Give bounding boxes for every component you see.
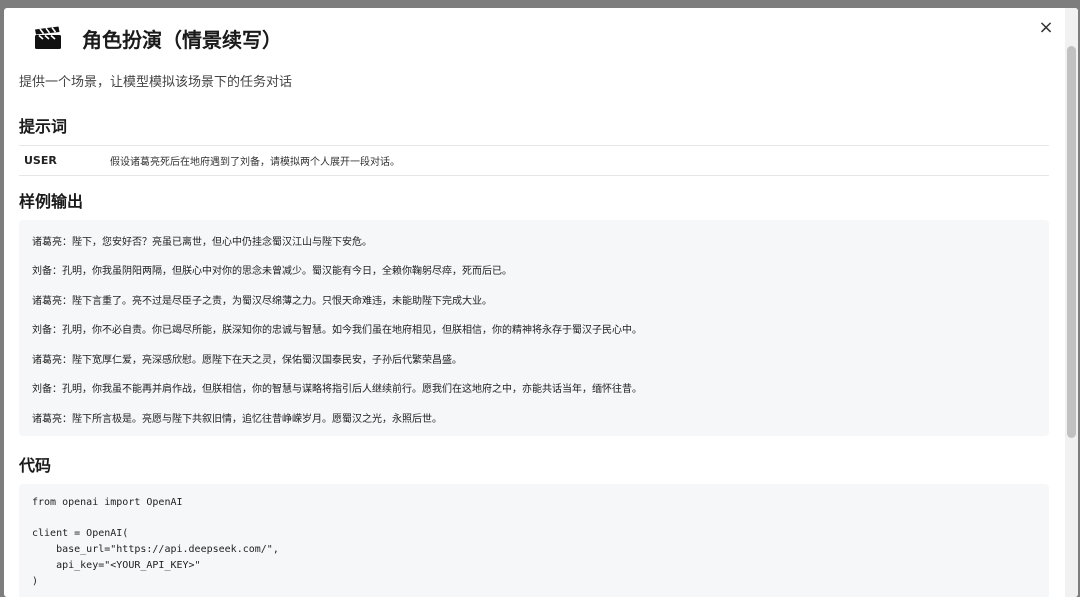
output-line: 刘备：孔明，你我虽不能再并肩作战，但朕相信，你的智慧与谋略将指引后人继续前行。愿…	[32, 380, 642, 395]
code-heading: 代码	[19, 452, 51, 476]
dialog-content[interactable]: 角色扮演（情景续写） × 提供一个场景，让模型模拟该场景下的任务对话 提示词 U…	[4, 8, 1064, 597]
dialog: 角色扮演（情景续写） × 提供一个场景，让模型模拟该场景下的任务对话 提示词 U…	[4, 8, 1078, 597]
code-block[interactable]: from openai import OpenAI client = OpenA…	[19, 484, 1049, 597]
scrollbar-thumb[interactable]	[1067, 46, 1076, 438]
output-line: 诸葛亮：陛下所言极是。亮愿与陛下共叙旧情，追忆往昔峥嵘岁月。愿蜀汉之光，永照后世…	[32, 410, 442, 425]
code-line: )	[32, 576, 38, 587]
dialog-header: 角色扮演（情景续写）	[34, 22, 282, 54]
dialog-subtitle: 提供一个场景，让模型模拟该场景下的任务对话	[19, 71, 292, 90]
output-line: 诸葛亮：陛下言重了。亮不过是尽臣子之责，为蜀汉尽绵薄之力。只恨天命难违，未能助陛…	[32, 292, 492, 307]
code-line: client = OpenAI(	[32, 528, 128, 539]
prompt-heading: 提示词	[19, 113, 67, 137]
close-button[interactable]: ×	[1037, 18, 1055, 38]
code-line: from openai import OpenAI	[32, 497, 183, 508]
output-line: 刘备：孔明，你我虽阴阳两隔，但朕心中对你的思念未曾减少。蜀汉能有今日，全赖你鞠躬…	[32, 262, 512, 277]
code-line: base_url="https://api.deepseek.com/",	[32, 544, 279, 555]
dialog-title: 角色扮演（情景续写）	[82, 24, 282, 53]
output-heading: 样例输出	[19, 188, 83, 212]
output-line: 诸葛亮：陛下，您安好否？亮虽已离世，但心中仍挂念蜀汉江山与陛下安危。	[32, 233, 372, 248]
prompt-text: 假设诸葛亮死后在地府遇到了刘备，请模拟两个人展开一段对话。	[110, 153, 400, 168]
clapperboard-icon	[34, 26, 62, 50]
sample-output-box: 诸葛亮：陛下，您安好否？亮虽已离世，但心中仍挂念蜀汉江山与陛下安危。 刘备：孔明…	[19, 220, 1049, 436]
code-line: api_key="<YOUR_API_KEY>"	[32, 560, 201, 571]
output-line: 刘备：孔明，你不必自责。你已竭尽所能，朕深知你的忠诚与智慧。如今我们虽在地府相见…	[32, 321, 642, 336]
output-line: 诸葛亮：陛下宽厚仁爱，亮深感欣慰。愿陛下在天之灵，保佑蜀汉国泰民安，子孙后代繁荣…	[32, 351, 462, 366]
vertical-scrollbar[interactable]	[1065, 8, 1078, 597]
prompt-role: USER	[19, 154, 110, 167]
prompt-table: USER 假设诸葛亮死后在地府遇到了刘备，请模拟两个人展开一段对话。	[19, 145, 1049, 176]
